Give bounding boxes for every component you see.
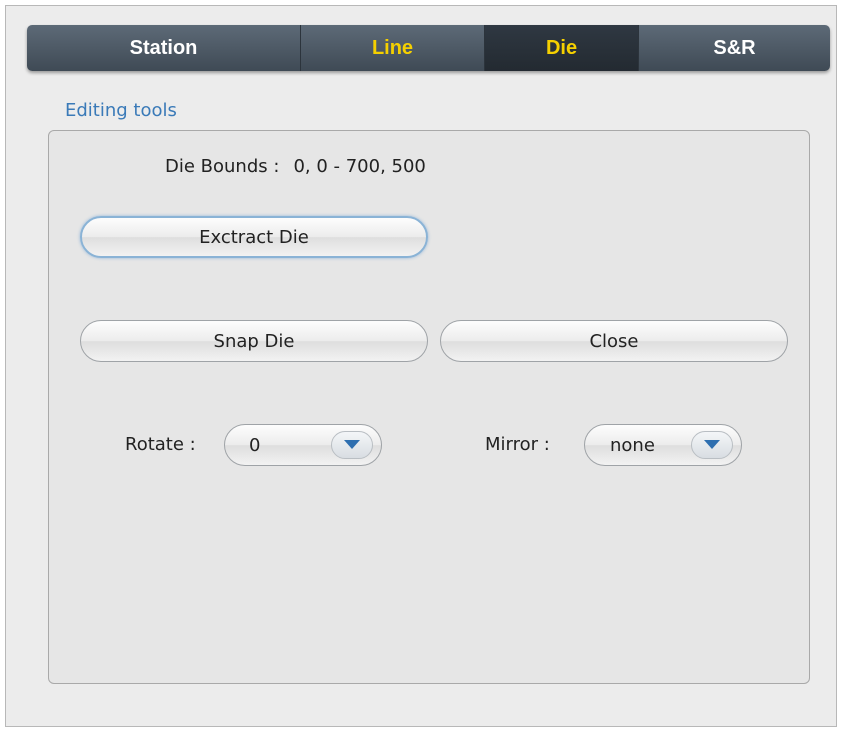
close-button[interactable]: Close <box>440 320 788 362</box>
tab-bar: Station Line Die S&R <box>27 25 830 71</box>
die-bounds-value: 0, 0 - 700, 500 <box>293 156 426 177</box>
mirror-label: Mirror : <box>485 434 550 455</box>
die-bounds-label: Die Bounds : <box>165 156 280 177</box>
rotate-label: Rotate : <box>125 434 196 455</box>
tab-sr[interactable]: S&R <box>639 25 830 71</box>
editing-tools-group <box>48 130 810 684</box>
tab-die[interactable]: Die <box>485 25 639 71</box>
tab-line[interactable]: Line <box>301 25 485 71</box>
rotate-select[interactable]: 0 <box>224 424 382 466</box>
group-title: Editing tools <box>65 100 177 121</box>
mirror-value: none <box>610 435 655 456</box>
chevron-down-icon[interactable] <box>331 431 373 459</box>
die-bounds: Die Bounds : 0, 0 - 700, 500 <box>165 156 426 177</box>
mirror-select[interactable]: none <box>584 424 742 466</box>
extract-die-button[interactable]: Exctract Die <box>80 216 428 258</box>
rotate-value: 0 <box>249 435 261 456</box>
chevron-down-icon[interactable] <box>691 431 733 459</box>
snap-die-button[interactable]: Snap Die <box>80 320 428 362</box>
tab-station[interactable]: Station <box>27 25 301 71</box>
